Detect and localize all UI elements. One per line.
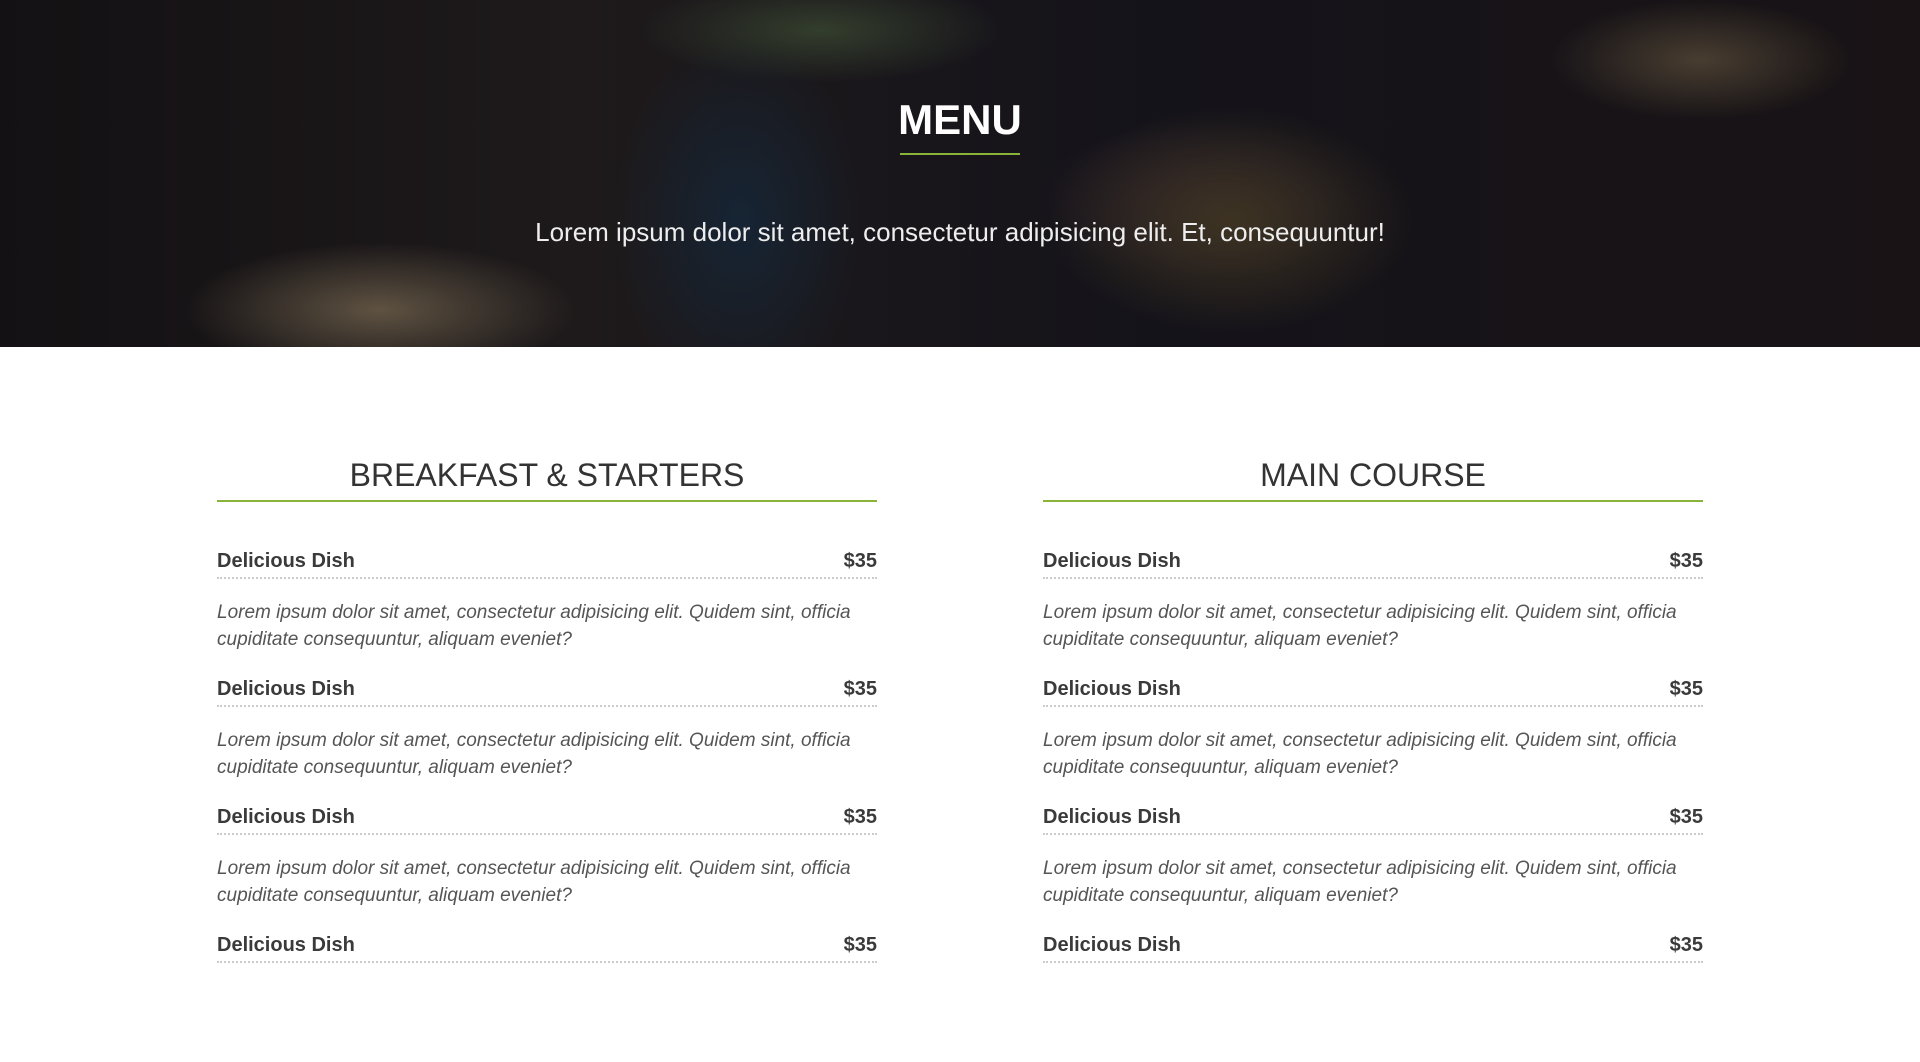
dish-price: $35	[843, 806, 877, 828]
menu-item: Delicious Dish $35 Lorem ipsum dolor sit a…	[217, 678, 877, 806]
dish-name: Delicious Dish	[1043, 806, 1181, 828]
menu-item-header: Delicious Dish $35	[1043, 806, 1703, 835]
hero-subtitle: Lorem ipsum dolor sit amet, consectetur …	[535, 217, 1385, 247]
title-underline	[900, 153, 1020, 155]
dish-price: $35	[1669, 678, 1703, 700]
menu-item: Delicious Dish $35	[1043, 934, 1703, 1062]
dish-name: Delicious Dish	[1043, 550, 1181, 572]
menu-item-header: Delicious Dish $35	[217, 678, 877, 707]
dish-description: Lorem ipsum dolor sit amet, consectetur …	[217, 602, 851, 650]
page-title: MENU	[898, 96, 1022, 143]
menu-section-main-course: MAIN COURSE Delicious Dish $35 Lorem ipsum…	[1043, 457, 1703, 1062]
menu-section-breakfast: BREAKFAST & STARTERS Delicious Dish $35 Lo…	[217, 457, 877, 1062]
dish-description: Lorem ipsum dolor sit amet, consectetur …	[217, 730, 851, 778]
dish-description: Lorem ipsum dolor sit amet, consectetur …	[1043, 858, 1677, 906]
menu-item-header: Delicious Dish $35	[217, 934, 877, 963]
dish-name: Delicious Dish	[217, 934, 355, 956]
dish-description: Lorem ipsum dolor sit amet, consectetur …	[1043, 730, 1677, 778]
menu-item: Delicious Dish $35 Lorem ipsum dolor sit a…	[1043, 550, 1703, 678]
section-title: MAIN COURSE	[1043, 457, 1703, 502]
dish-name: Delicious Dish	[1043, 678, 1181, 700]
dish-description: Lorem ipsum dolor sit amet, consectetur …	[217, 858, 851, 906]
menu-item-header: Delicious Dish $35	[217, 806, 877, 835]
hero-banner: MENU Lorem ipsum dolor sit amet, consect…	[0, 0, 1920, 347]
menu-item: Delicious Dish $35	[217, 934, 877, 1062]
menu-item-header: Delicious Dish $35	[1043, 678, 1703, 707]
dish-price: $35	[843, 550, 877, 572]
menu-item-header: Delicious Dish $35	[1043, 550, 1703, 579]
dish-name: Delicious Dish	[217, 550, 355, 572]
dish-description: Lorem ipsum dolor sit amet, consectetur …	[1043, 602, 1677, 650]
menu-item: Delicious Dish $35 Lorem ipsum dolor sit a…	[217, 550, 877, 678]
dish-name: Delicious Dish	[1043, 934, 1181, 956]
menu-item-header: Delicious Dish $35	[217, 550, 877, 579]
dish-price: $35	[843, 678, 877, 700]
dish-price: $35	[1669, 806, 1703, 828]
menu-item: Delicious Dish $35 Lorem ipsum dolor sit a…	[1043, 806, 1703, 934]
dish-name: Delicious Dish	[217, 806, 355, 828]
menu-item: Delicious Dish $35 Lorem ipsum dolor sit a…	[217, 806, 877, 934]
dish-name: Delicious Dish	[217, 678, 355, 700]
menu-item: Delicious Dish $35 Lorem ipsum dolor sit a…	[1043, 678, 1703, 806]
dish-price: $35	[1669, 934, 1703, 956]
dish-price: $35	[1669, 550, 1703, 572]
dish-price: $35	[843, 934, 877, 956]
section-title: BREAKFAST & STARTERS	[217, 457, 877, 502]
menu-item-header: Delicious Dish $35	[1043, 934, 1703, 963]
